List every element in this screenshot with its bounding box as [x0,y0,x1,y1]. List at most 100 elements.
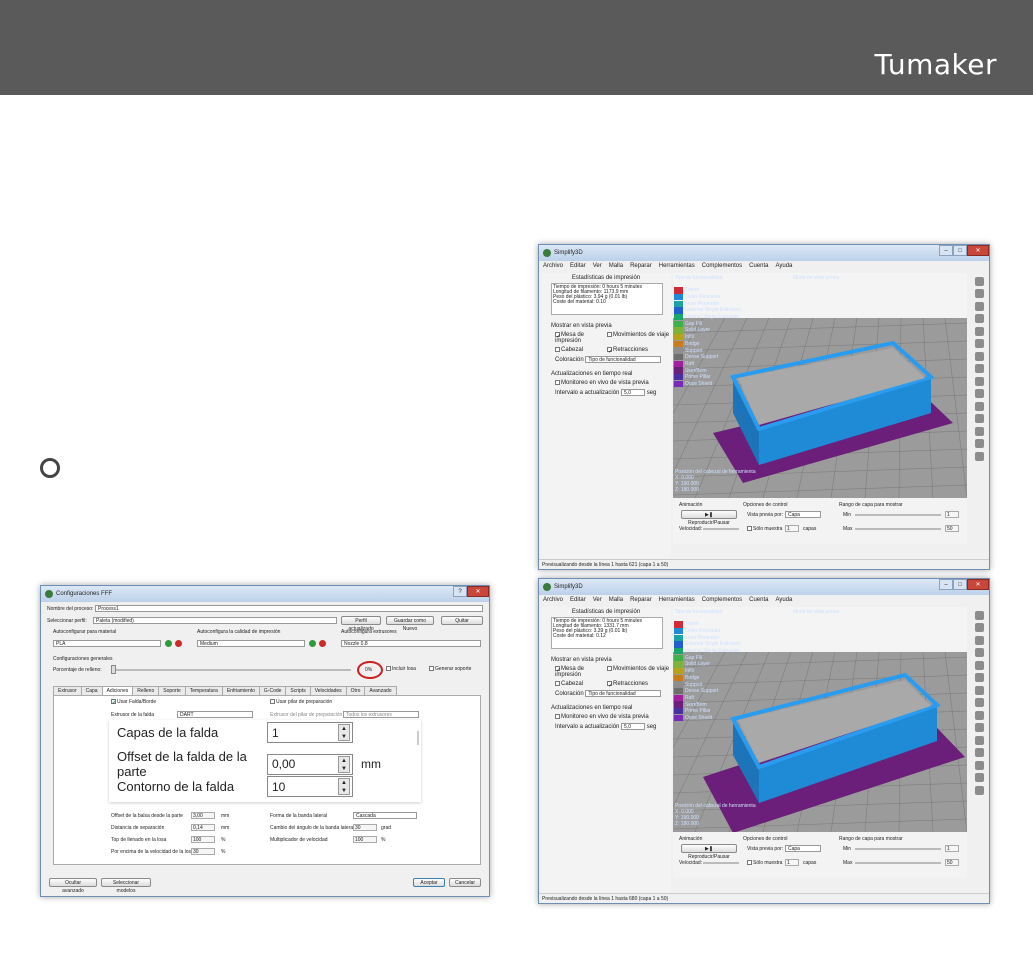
settings-icon[interactable] [974,439,984,448]
tab-relleno[interactable]: Relleno [132,686,160,695]
profile-update-button[interactable]: Perfil actualizado [341,616,381,632]
raft-speed-input[interactable]: 30 [191,848,215,855]
select-icon[interactable] [974,276,984,286]
view-side-icon[interactable] [974,698,984,707]
bed-icon[interactable] [974,426,984,436]
tab-temperatura[interactable]: Temperatura [184,686,223,695]
min-input[interactable]: 1 [945,511,959,518]
play-pause-button[interactable]: ▶❚ Reproducir/Pausar [681,510,737,526]
menu-item[interactable]: Complementos [702,595,742,605]
close-icon[interactable]: ✕ [967,579,989,590]
single-layer-input[interactable]: 1 [785,859,799,866]
axes-icon[interactable] [974,748,984,757]
profile-select[interactable]: Paleta (modified) [93,617,337,624]
remove-profile-button[interactable]: Quitar [441,616,483,625]
view-iso-icon[interactable] [974,326,984,336]
close-icon[interactable]: ✕ [967,245,989,256]
travel-checkbox[interactable]: Movimientos de viaje [607,666,669,678]
tab-enfriamiento[interactable]: Enfriamiento [221,686,260,695]
menu-item[interactable]: Ver [593,261,602,271]
view-front-icon[interactable] [974,673,984,682]
tab-adiciones[interactable]: Adiciones [101,686,134,695]
menu-item[interactable]: Reparar [630,261,652,271]
view-front-icon[interactable] [974,339,984,348]
tab-avanzado[interactable]: Avanzado [364,686,397,695]
raft-offset-input[interactable]: 3,00 [191,812,215,819]
quality-select[interactable]: Medium [197,640,305,647]
sidewall-shape-select[interactable]: Cascada [353,812,417,819]
add-quality-icon[interactable] [309,640,316,647]
menu-item[interactable]: Cuenta [749,595,768,605]
single-layer-checkbox[interactable]: Sólo muestra [747,860,782,866]
prime-checkbox[interactable]: Usar pilar de preparación [270,699,332,705]
menu-item[interactable]: Ayuda [775,261,792,271]
menu-item[interactable]: Editar [570,595,586,605]
tab-capa[interactable]: Capa [80,686,103,695]
menu-item[interactable]: Editar [570,261,586,271]
mesh-icon[interactable] [974,389,984,398]
tab-otro[interactable]: Otro [345,686,366,695]
single-layer-checkbox[interactable]: Sólo muestra [747,526,782,532]
max-input[interactable]: 50 [945,525,959,532]
max-input[interactable]: 50 [945,859,959,866]
tab-velocidades[interactable]: Velocidades [309,686,347,695]
raft-fill-input[interactable]: 100 [191,836,215,843]
preview-viewport[interactable]: Tipo de funcionalidad Modo de vista previ… [673,607,967,832]
rotate-icon[interactable] [974,314,984,323]
interval-input[interactable]: 5,0 [621,389,646,397]
skirt-outlines-spinner[interactable]: ▲ ▼ [338,778,350,795]
skirt-offset-spinner[interactable]: ▲ ▼ [338,755,350,773]
tab-soporte[interactable]: Soporte [158,686,186,695]
play-pause-button[interactable]: ▶❚ Reproducir/Pausar [681,844,737,860]
skirt-checkbox[interactable]: ✓Usar Falda/Borde [111,699,156,706]
menu-item[interactable]: Herramientas [659,261,695,271]
retractions-checkbox[interactable]: ✓Retracciones [607,681,648,689]
menu-item[interactable]: Herramientas [659,595,695,605]
menu-item[interactable]: Reparar [630,595,652,605]
bed-checkbox[interactable]: ✓Mesa de impresión [555,332,603,344]
remove-quality-icon[interactable] [319,640,326,647]
single-layer-input[interactable]: 1 [785,525,799,532]
infill-slider-track[interactable] [111,669,351,671]
min-input[interactable]: 1 [945,845,959,852]
menu-item[interactable]: Malla [609,595,623,605]
rotate-icon[interactable] [974,648,984,657]
scale-icon[interactable] [974,301,984,311]
menu-item[interactable]: Complementos [702,261,742,271]
bed-icon[interactable] [974,760,984,770]
accept-button[interactable]: Aceptar [413,878,445,887]
skirt-extruder-select[interactable]: DART [177,711,253,718]
speed-slider[interactable] [703,528,739,530]
tab-scripts[interactable]: Scripts [285,686,311,695]
skirt-layers-spinner[interactable]: ▲ ▼ [338,724,350,741]
tab-extrusor[interactable]: Extrusor [53,686,82,695]
cancel-button[interactable]: Cancelar [449,878,481,887]
live-checkbox[interactable]: Monitoreo en vivo de vista previa [555,714,671,720]
move-icon[interactable] [974,289,984,298]
menu-item[interactable]: Archivo [543,595,563,605]
help-icon[interactable]: ? [453,586,467,597]
add-material-icon[interactable] [165,640,172,647]
axes-icon[interactable] [974,414,984,423]
support-icon[interactable] [974,785,984,795]
settings-icon[interactable] [974,773,984,782]
preview-by-select[interactable]: Capa [785,511,821,518]
cross-section-icon[interactable] [974,376,984,386]
max-slider[interactable] [855,862,941,864]
interval-input[interactable]: 5,0 [621,723,646,731]
skirt-outlines-input[interactable]: 10 ▲ ▼ [267,776,353,797]
travel-checkbox[interactable]: Movimientos de viaje [607,332,669,344]
bed-checkbox[interactable]: ✓Mesa de impresión [555,666,603,678]
wireframe-icon[interactable] [974,735,984,745]
menu-item[interactable]: Ver [593,595,602,605]
prime-extruder-select[interactable]: Todos los extrusores [343,711,419,718]
skirt-layers-input[interactable]: 1 ▲ ▼ [267,722,353,743]
support-icon[interactable] [974,451,984,461]
coloring-select[interactable]: Tipo de funcionalidad [585,690,662,698]
min-slider[interactable] [855,848,941,850]
separation-input[interactable]: 0,14 [191,824,215,831]
view-top-icon[interactable] [974,685,984,695]
process-name-input[interactable]: Process1 [95,605,483,612]
support-checkbox[interactable]: Generar soporte [429,666,471,672]
select-icon[interactable] [974,610,984,620]
